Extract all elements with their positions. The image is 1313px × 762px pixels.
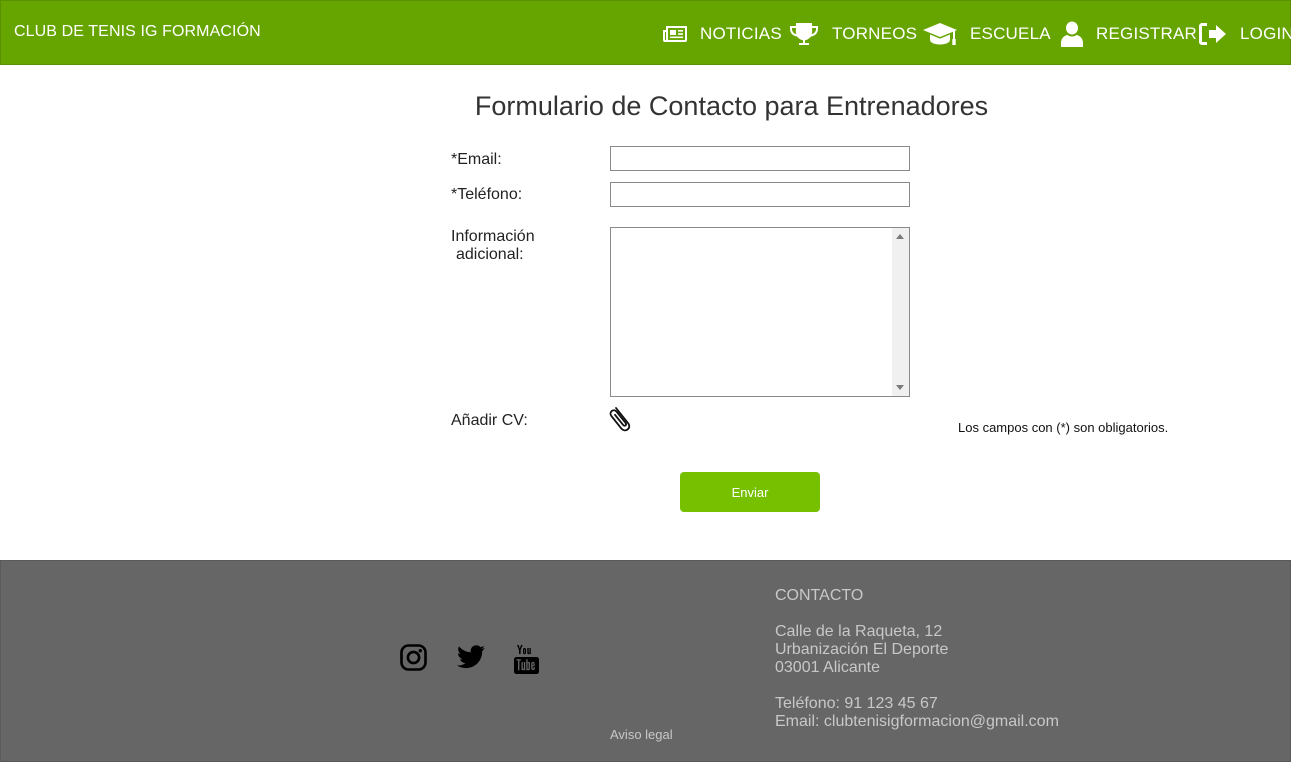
nav-label: TORNEOS — [832, 23, 918, 43]
scroll-up-arrow-icon[interactable] — [896, 234, 904, 239]
textarea-scrollbar[interactable] — [892, 228, 909, 396]
phone-field[interactable] — [610, 182, 910, 207]
trophy-icon — [788, 22, 820, 46]
nav-label: ESCUELA — [970, 23, 1051, 43]
info-label-line2: adicional: — [456, 246, 524, 263]
scroll-down-arrow-icon[interactable] — [896, 385, 904, 390]
email-label: *Email: — [451, 151, 502, 168]
address-line: 03001 Alicante — [775, 659, 880, 676]
phone-label: *Teléfono: — [451, 186, 523, 203]
nav-label: LOGIN — [1240, 23, 1294, 43]
additional-info-textarea[interactable] — [610, 227, 910, 397]
required-fields-note: Los campos con (*) son obligatorios. — [958, 420, 1169, 435]
address-line: Urbanización El Deporte — [775, 641, 949, 658]
main-nav: NOTICIAS TORNEOS ESCUELA REGISTRAR LOGIN — [1, 1, 1294, 66]
additional-info-input[interactable] — [611, 228, 893, 396]
paperclip-icon[interactable] — [608, 404, 634, 432]
legal-notice-link[interactable]: Aviso legal — [610, 727, 673, 742]
user-icon — [1060, 21, 1084, 47]
contact-title: CONTACTO — [775, 587, 864, 604]
newspaper-icon — [662, 25, 688, 43]
nav-item-registrar[interactable]: REGISTRAR — [1060, 1, 1197, 66]
top-navbar: CLUB DE TENIS IG FORMACIÓN NOTICIAS TORN — [0, 0, 1294, 66]
email-field[interactable] — [610, 146, 910, 171]
contact-block: CONTACTO Calle de la Raqueta, 12 Urbaniz… — [775, 587, 1059, 731]
nav-item-noticias[interactable]: NOTICIAS — [662, 1, 782, 66]
contact-phone: Teléfono: 91 123 45 67 — [775, 695, 938, 712]
nav-item-torneos[interactable]: TORNEOS — [788, 1, 917, 66]
twitter-icon[interactable] — [456, 643, 486, 671]
page-title: Formulario de Contacto para Entrenadores — [474, 91, 989, 121]
nav-label: NOTICIAS — [700, 23, 782, 43]
youtube-icon[interactable] — [513, 643, 539, 675]
nav-label: REGISTRAR — [1096, 23, 1197, 43]
address-line: Calle de la Raqueta, 12 — [775, 623, 943, 640]
cv-label: Añadir CV: — [451, 412, 528, 429]
info-label: Información adicional: — [451, 228, 535, 264]
footer: Aviso legal CONTACTO Calle de la Raqueta… — [0, 560, 1291, 762]
sign-in-icon — [1198, 22, 1228, 46]
info-label-line1: Información — [451, 228, 535, 245]
instagram-icon[interactable] — [399, 643, 427, 671]
nav-item-login[interactable]: LOGIN — [1198, 1, 1294, 66]
nav-item-escuela[interactable]: ESCUELA — [922, 1, 1051, 66]
graduation-cap-icon — [922, 21, 958, 47]
send-button[interactable]: Enviar — [680, 472, 820, 512]
contact-email[interactable]: Email: clubtenisigformacion@gmail.com — [775, 713, 1059, 731]
